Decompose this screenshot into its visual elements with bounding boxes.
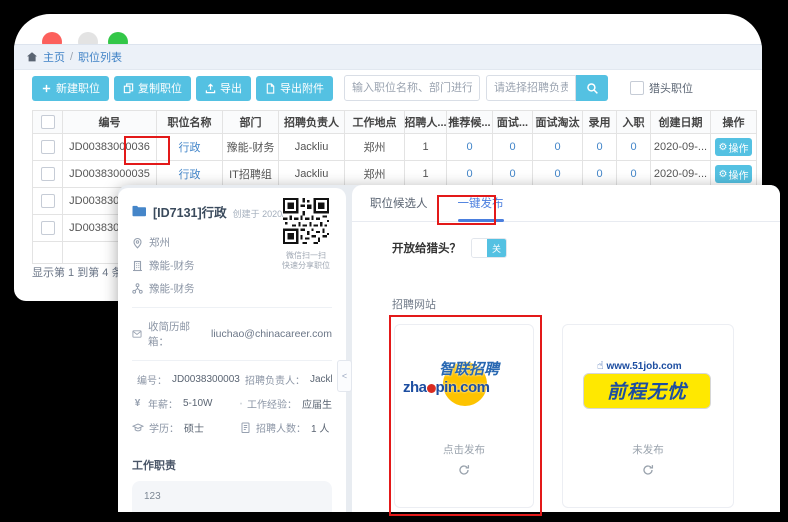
qr-block: 微信扫一扫 快速分享职位 xyxy=(276,198,336,271)
job-title: [ID7131]行政 xyxy=(153,202,227,221)
toggle-off-half xyxy=(472,239,487,257)
refresh-icon[interactable] xyxy=(458,463,470,481)
job-location-row: 郑州 xyxy=(132,235,272,250)
resume-email-row: 收简历邮箱：liuchao@chinacareer.com xyxy=(132,319,332,349)
org-chart-icon xyxy=(132,283,143,294)
breadcrumb-home-link[interactable]: 主页 xyxy=(43,49,65,65)
headhunter-checkbox-label: 猎头职位 xyxy=(649,80,693,96)
briefcase-icon xyxy=(240,398,242,409)
site-cards: 智联招聘 zhapin.com 点击发布 ☝ www.51job.com 前程无… xyxy=(394,324,780,508)
search-input[interactable] xyxy=(344,75,480,101)
position-link[interactable]: 行政 xyxy=(157,134,223,161)
row-checkbox[interactable] xyxy=(41,221,55,235)
select-all-checkbox[interactable] xyxy=(41,115,55,129)
row-checkbox[interactable] xyxy=(41,194,55,208)
plus-icon xyxy=(41,83,52,94)
export-icon xyxy=(205,83,216,94)
tab-one-click-publish[interactable]: 一键发布 xyxy=(458,185,504,221)
publish-panel: 职位候选人 一键发布 开放给猎头？ 关 招聘网站 智联招聘 zhapin.com… xyxy=(352,185,780,512)
envelope-icon xyxy=(132,329,142,339)
breadcrumb: 主页 / 职位列表 xyxy=(14,44,762,70)
job-detail-panel: [ID7131]行政 创建于 2020/09 微信扫一扫 快速分享职位 郑州 豫… xyxy=(118,188,346,512)
zhaopin-status: 点击发布 xyxy=(443,442,485,457)
field-id: 编号：JD00383000036 xyxy=(132,372,240,387)
export-attachments-button[interactable]: 导出附件 xyxy=(256,76,333,101)
toggle-state-label: 关 xyxy=(487,239,506,257)
qr-caption-line1: 微信扫一扫 xyxy=(276,251,336,261)
headcount-icon xyxy=(240,422,251,433)
location-pin-icon xyxy=(132,237,143,249)
table-row: JD00383000035 行政 IT招聘组 Jackliu 郑州 1 0 0 … xyxy=(33,161,757,188)
resume-email: liuchao@chinacareer.com xyxy=(211,328,332,340)
position-link[interactable]: 行政 xyxy=(157,161,223,188)
headhunter-toggle-row: 开放给猎头？ 关 xyxy=(392,238,780,258)
salary-icon: ¥ xyxy=(132,398,143,409)
sites-section-label: 招聘网站 xyxy=(392,296,780,312)
headhunter-toggle-label: 开放给猎头？ xyxy=(392,240,461,256)
gear-icon: ⚙ xyxy=(719,142,728,153)
zhaopin-logo: 智联招聘 zhapin.com xyxy=(403,358,525,410)
qr-caption-line2: 快速分享职位 xyxy=(276,261,336,271)
headhunter-checkbox[interactable] xyxy=(630,81,644,95)
search-button[interactable] xyxy=(576,75,608,101)
new-position-button[interactable]: 新建职位 xyxy=(32,76,109,101)
duty-section-title: 工作职责 xyxy=(132,457,332,473)
job51-publish-card[interactable]: ☝ www.51job.com 前程无忧 未发布 xyxy=(562,324,734,508)
copy-position-button[interactable]: 复制职位 xyxy=(114,76,191,101)
home-icon xyxy=(26,51,38,63)
field-education: 学历：硕士 xyxy=(132,420,240,435)
table-row: JD00383000036 行政 豫能-财务 Jackliu 郑州 1 0 0 … xyxy=(33,134,757,161)
breadcrumb-separator: / xyxy=(70,51,73,63)
zhaopin-logo-dot xyxy=(427,384,436,393)
search-icon xyxy=(586,82,599,95)
row-action-button[interactable]: ⚙操作 xyxy=(715,138,753,156)
file-icon xyxy=(265,83,276,94)
table-header-row: 编号 职位名称 部门 招聘负责人 工作地点 招聘人... 推荐候... 面试..… xyxy=(33,110,757,134)
copy-icon xyxy=(123,83,134,94)
job-department-row: 豫能-财务 xyxy=(132,281,272,296)
building-icon xyxy=(132,260,143,272)
export-button[interactable]: 导出 xyxy=(196,76,251,101)
field-owner: 招聘负责人：Jackliu xyxy=(240,372,332,387)
qr-code xyxy=(283,198,329,244)
field-headcount: 招聘人数：1 人 xyxy=(240,420,332,435)
field-salary: ¥ 年薪：5-10W xyxy=(132,396,240,411)
breadcrumb-current[interactable]: 职位列表 xyxy=(78,49,122,65)
tab-candidates[interactable]: 职位候选人 xyxy=(370,185,428,221)
job51-logo: ☝ www.51job.com 前程无忧 xyxy=(583,359,713,409)
headhunter-toggle[interactable]: 关 xyxy=(471,238,507,258)
panel-collapse-handle[interactable]: < xyxy=(337,360,352,392)
field-experience: 工作经验：应届生 xyxy=(240,396,332,411)
panel-tabs: 职位候选人 一键发布 xyxy=(352,185,780,222)
owner-select-input[interactable] xyxy=(486,75,576,101)
row-checkbox[interactable] xyxy=(41,140,55,154)
job-company-row: 豫能-财务 xyxy=(132,258,272,273)
gear-icon: ⚙ xyxy=(719,169,728,180)
job51-status: 未发布 xyxy=(632,442,664,457)
folder-icon xyxy=(132,205,147,217)
hand-pointer-icon: ☝ xyxy=(597,360,604,372)
duty-content-box: 123 …… xyxy=(132,481,332,512)
row-action-button[interactable]: ⚙操作 xyxy=(715,165,753,183)
education-icon xyxy=(132,422,144,433)
zhaopin-publish-card[interactable]: 智联招聘 zhapin.com 点击发布 xyxy=(394,324,534,508)
toolbar: 新建职位 复制职位 导出 导出附件 猎头职位 xyxy=(14,72,762,104)
row-checkbox[interactable] xyxy=(41,167,55,181)
refresh-icon[interactable] xyxy=(642,463,654,481)
job-fields-grid: 编号：JD00383000036 招聘负责人：Jackliu ¥ 年薪：5-10… xyxy=(132,372,332,444)
